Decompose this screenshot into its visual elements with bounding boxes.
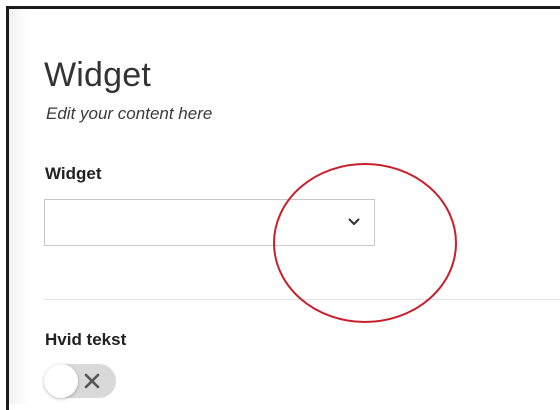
section-divider bbox=[44, 299, 560, 300]
chevron-down-icon bbox=[348, 218, 360, 225]
widget-field-label: Widget bbox=[45, 164, 102, 183]
panel-edge-shadow bbox=[9, 9, 29, 404]
page-title: Widget bbox=[44, 56, 152, 94]
widget-select[interactable] bbox=[44, 199, 375, 246]
toggle-knob bbox=[44, 364, 78, 398]
white-text-toggle-label: Hvid tekst bbox=[45, 330, 127, 349]
page-subtitle: Edit your content here bbox=[46, 104, 213, 123]
white-text-toggle[interactable] bbox=[44, 364, 116, 398]
close-icon bbox=[84, 373, 100, 389]
